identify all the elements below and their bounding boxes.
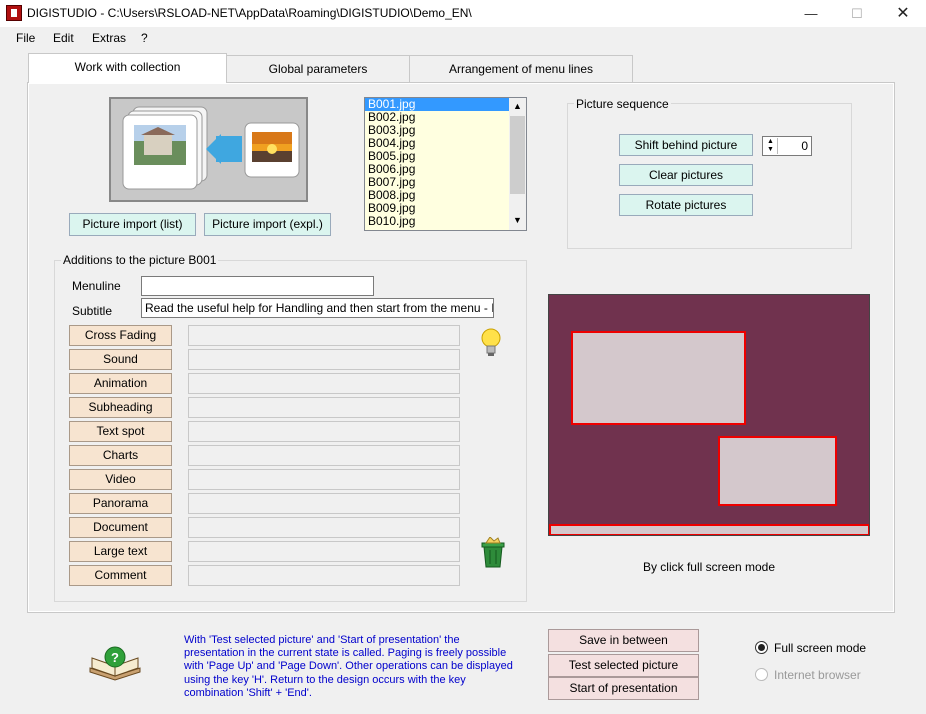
test-selected-picture-button[interactable]: Test selected picture	[548, 654, 699, 677]
addition-field	[188, 397, 460, 418]
app-icon	[6, 5, 22, 21]
close-button[interactable]: ✕	[880, 0, 926, 27]
scroll-thumb[interactable]	[510, 116, 525, 194]
slide-preview[interactable]	[548, 294, 870, 536]
addition-button-charts[interactable]: Charts	[69, 445, 172, 466]
save-in-between-button[interactable]: Save in between	[548, 629, 699, 652]
fullscreen-radio-label: Full screen mode	[774, 641, 867, 655]
picture-import-expl-button[interactable]: Picture import (expl.)	[204, 213, 331, 236]
preview-frame-3	[549, 524, 869, 535]
subtitle-input[interactable]: Read the useful help for Handling and th…	[141, 298, 494, 318]
svg-text:?: ?	[111, 650, 119, 665]
preview-caption: By click full screen mode	[642, 560, 776, 574]
help-book-icon: ?	[89, 646, 141, 681]
spinner-arrows-icon[interactable]: ▲ ▼	[764, 138, 778, 154]
maximize-button[interactable]: ☐	[834, 0, 880, 27]
rotate-pictures-button[interactable]: Rotate pictures	[619, 194, 753, 216]
lightbulb-icon[interactable]	[479, 326, 503, 358]
addition-button-text-spot[interactable]: Text spot	[69, 421, 172, 442]
addition-field	[188, 493, 460, 514]
addition-field	[188, 373, 460, 394]
addition-button-cross-fading[interactable]: Cross Fading	[69, 325, 172, 346]
menu-extras[interactable]: Extras	[92, 31, 126, 45]
subtitle-label: Subtitle	[72, 304, 113, 318]
browser-radio-label: Internet browser	[774, 668, 861, 682]
addition-button-large-text[interactable]: Large text	[69, 541, 172, 562]
addition-field	[188, 517, 460, 538]
additions-title: Additions to the picture B001	[61, 253, 219, 267]
menuline-label: Menuline	[72, 279, 121, 293]
scroll-up-icon[interactable]: ▲	[513, 101, 522, 111]
addition-button-subheading[interactable]: Subheading	[69, 397, 172, 418]
tab-global-parameters[interactable]: Global parameters	[226, 55, 410, 82]
addition-button-panorama[interactable]: Panorama	[69, 493, 172, 514]
window-title: DIGISTUDIO - C:\Users\RSLOAD-NET\AppData…	[27, 6, 472, 20]
shift-value: 0	[801, 139, 808, 153]
menu-help[interactable]: ?	[141, 31, 148, 45]
addition-field	[188, 469, 460, 490]
addition-button-video[interactable]: Video	[69, 469, 172, 490]
picture-stack-icon	[122, 106, 300, 190]
addition-button-comment[interactable]: Comment	[69, 565, 172, 586]
shift-behind-picture-button[interactable]: Shift behind picture	[619, 134, 753, 156]
picture-import-list-button[interactable]: Picture import (list)	[69, 213, 196, 236]
addition-field	[188, 325, 460, 346]
menu-file[interactable]: File	[16, 31, 35, 45]
menuline-input[interactable]	[141, 276, 374, 296]
addition-button-document[interactable]: Document	[69, 517, 172, 538]
preview-frame-2	[718, 436, 837, 506]
list-scrollbar[interactable]: ▲ ▼	[509, 98, 526, 230]
picture-sequence-title: Picture sequence	[574, 97, 671, 111]
addition-field	[188, 349, 460, 370]
list-item[interactable]: B010.jpg	[365, 215, 509, 228]
addition-button-animation[interactable]: Animation	[69, 373, 172, 394]
clear-pictures-button[interactable]: Clear pictures	[619, 164, 753, 186]
menu-edit[interactable]: Edit	[53, 31, 74, 45]
menu-bar: File Edit Extras ?	[0, 27, 926, 49]
tab-work-with-collection[interactable]: Work with collection	[28, 53, 227, 83]
tab-arrangement-of-menu-lines[interactable]: Arrangement of menu lines	[409, 55, 633, 82]
picture-import-illustration[interactable]	[109, 97, 308, 202]
addition-field	[188, 565, 460, 586]
minimize-button[interactable]: —	[788, 0, 834, 27]
scroll-down-icon[interactable]: ▼	[513, 215, 522, 225]
picture-file-list[interactable]: B001.jpg B002.jpg B003.jpg B004.jpg B005.jpg…	[364, 97, 527, 231]
fullscreen-radio[interactable]	[755, 641, 768, 654]
trash-icon[interactable]	[478, 537, 508, 569]
addition-field	[188, 445, 460, 466]
help-text: With 'Test selected picture' and 'Start …	[184, 634, 513, 699]
addition-button-sound[interactable]: Sound	[69, 349, 172, 370]
start-of-presentation-button[interactable]: Start of presentation	[548, 677, 699, 700]
file-list-items: B001.jpg B002.jpg B003.jpg B004.jpg B005.jpg…	[365, 98, 526, 228]
browser-radio[interactable]	[755, 668, 768, 681]
shift-spinner[interactable]: ▲ ▼ 0	[762, 136, 812, 156]
addition-field	[188, 421, 460, 442]
preview-frame-1	[571, 331, 746, 425]
title-bar: DIGISTUDIO - C:\Users\RSLOAD-NET\AppData…	[0, 0, 926, 27]
addition-field	[188, 541, 460, 562]
